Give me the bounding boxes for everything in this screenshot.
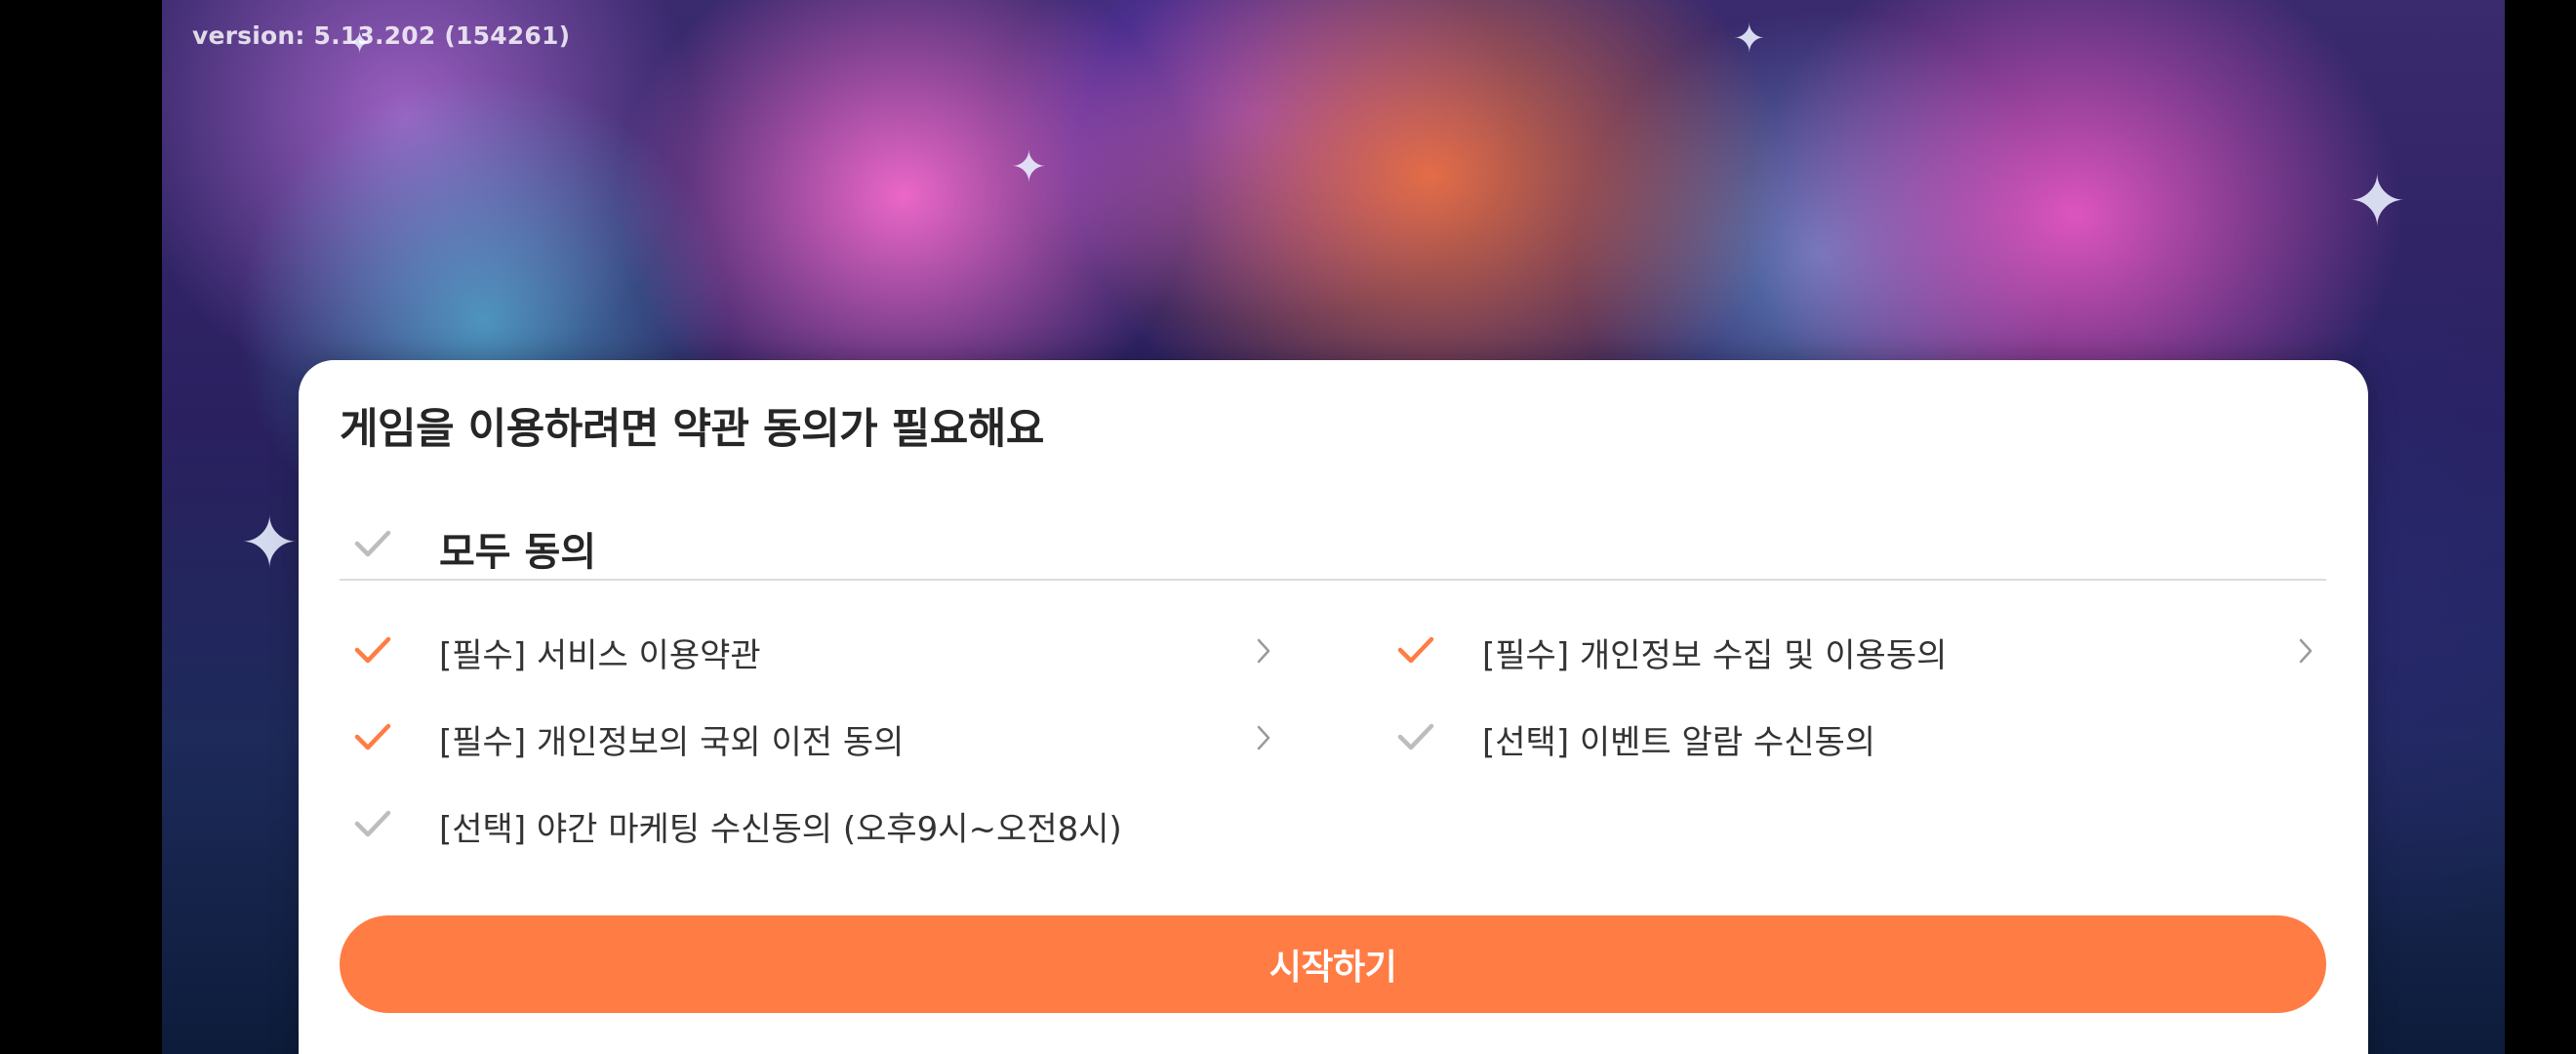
terms-item-label: [필수] 개인정보 수집 및 이용동의 (1482, 636, 1948, 675)
sparkle-icon: ✦ (1733, 17, 1766, 61)
chevron-right-icon[interactable] (1253, 634, 1274, 668)
game-screen: ✦ ✦ ✦ ✦ ✦ version: 5.13.202 (154261) 게임을… (0, 0, 2576, 1054)
terms-item-label: [선택] 이벤트 알람 수신동의 (1482, 723, 1876, 762)
terms-item-service[interactable]: [필수] 서비스 이용약관 (299, 619, 1274, 681)
chevron-right-icon[interactable] (2295, 634, 2316, 668)
chevron-right-icon[interactable] (1253, 721, 1274, 754)
terms-item-label: [선택] 야간 마케팅 수신동의 (오후9시~오전8시) (439, 810, 1122, 849)
dialog-title: 게임을 이용하려면 약관 동의가 필요해요 (340, 405, 1044, 454)
agree-all-label: 모두 동의 (439, 530, 597, 575)
terms-item-label: [필수] 서비스 이용약관 (439, 636, 761, 675)
check-icon[interactable] (1394, 715, 1437, 758)
terms-dialog: 게임을 이용하려면 약관 동의가 필요해요 모두 동의 [필수] 서비스 이용약… (299, 360, 2368, 1054)
sparkle-icon: ✦ (2348, 160, 2407, 242)
check-icon[interactable] (351, 715, 394, 758)
version-label: version: 5.13.202 (154261) (192, 21, 571, 50)
check-icon[interactable] (351, 628, 394, 671)
sparkle-icon: ✦ (1011, 142, 1047, 192)
sparkle-icon: ✦ (240, 502, 300, 584)
agree-all-row[interactable]: 모두 동의 (299, 507, 2368, 585)
divider (340, 579, 2326, 581)
terms-item-event-alarm[interactable]: [선택] 이벤트 알람 수신동의 (1333, 706, 2348, 768)
check-icon[interactable] (351, 522, 394, 565)
terms-item-label: [필수] 개인정보의 국외 이전 동의 (439, 723, 905, 762)
start-button[interactable]: 시작하기 (340, 915, 2326, 1013)
terms-item-overseas-transfer[interactable]: [필수] 개인정보의 국외 이전 동의 (299, 706, 1274, 768)
check-icon[interactable] (1394, 628, 1437, 671)
terms-item-privacy[interactable]: [필수] 개인정보 수집 및 이용동의 (1333, 619, 2348, 681)
terms-item-night-marketing[interactable]: [선택] 야간 마케팅 수신동의 (오후9시~오전8시) (299, 792, 1274, 855)
check-icon[interactable] (351, 802, 394, 845)
